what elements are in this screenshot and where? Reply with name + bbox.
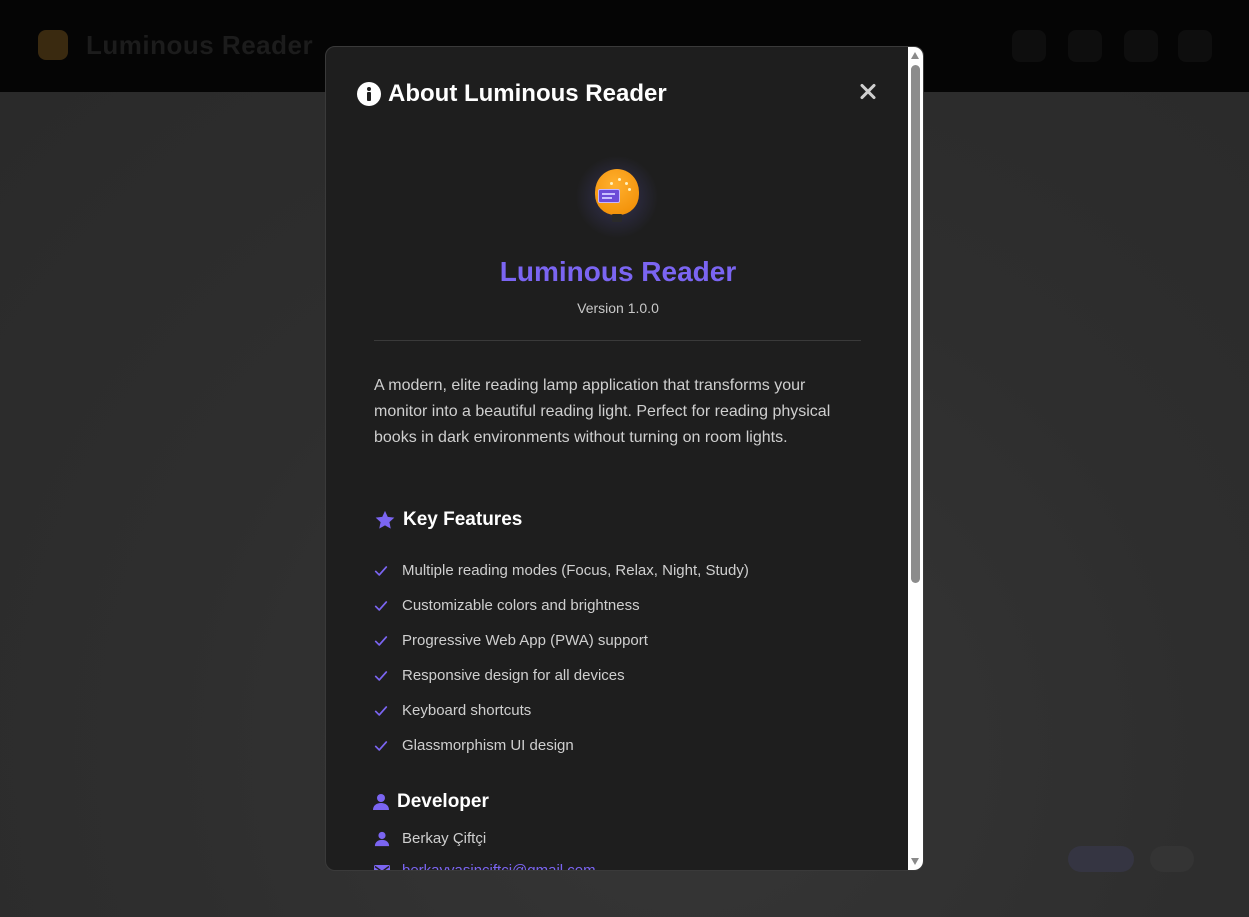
app-version: Version 1.0.0 bbox=[577, 300, 659, 316]
list-item: Keyboard shortcuts bbox=[374, 693, 854, 728]
info-icon bbox=[357, 82, 381, 106]
header-button-2 bbox=[1068, 30, 1102, 62]
modal-scrollbar[interactable] bbox=[908, 47, 923, 870]
developer-name: Berkay Çiftçi bbox=[402, 830, 487, 847]
feature-text: Glassmorphism UI design bbox=[402, 737, 574, 754]
background-control bbox=[1150, 846, 1194, 872]
developer-email-row: berkayyasinciftci@gmail.com bbox=[374, 862, 596, 870]
feature-text: Progressive Web App (PWA) support bbox=[402, 632, 648, 649]
list-item: Responsive design for all devices bbox=[374, 658, 854, 693]
header-button-4 bbox=[1178, 30, 1212, 62]
list-item: Customizable colors and brightness bbox=[374, 588, 854, 623]
developer-title: Developer bbox=[397, 791, 489, 812]
background-mode-pill bbox=[1068, 846, 1134, 872]
features-title: Key Features bbox=[403, 509, 523, 530]
user-icon bbox=[373, 794, 389, 810]
app-logo-icon bbox=[38, 30, 68, 60]
mail-icon bbox=[374, 864, 390, 870]
about-modal: About Luminous Reader Luminous Reader Ve… bbox=[325, 46, 924, 871]
star-icon bbox=[375, 510, 395, 529]
header-button-3 bbox=[1124, 30, 1158, 62]
user-icon bbox=[374, 831, 390, 846]
feature-text: Keyboard shortcuts bbox=[402, 702, 532, 719]
scroll-down-arrow-icon[interactable] bbox=[911, 858, 919, 865]
features-list: Multiple reading modes (Focus, Relax, Ni… bbox=[374, 553, 854, 763]
developer-name-row: Berkay Çiftçi bbox=[374, 830, 486, 847]
scroll-up-arrow-icon[interactable] bbox=[911, 52, 919, 59]
check-icon bbox=[374, 670, 388, 681]
list-item: Progressive Web App (PWA) support bbox=[374, 623, 854, 658]
app-name: Luminous Reader bbox=[499, 256, 737, 287]
check-icon bbox=[374, 565, 388, 576]
modal-header: About Luminous Reader bbox=[357, 79, 667, 109]
feature-text: Customizable colors and brightness bbox=[402, 597, 640, 614]
check-icon bbox=[374, 705, 388, 716]
check-icon bbox=[374, 635, 388, 646]
check-icon bbox=[374, 740, 388, 751]
list-item: Glassmorphism UI design bbox=[374, 728, 854, 763]
modal-content: About Luminous Reader Luminous Reader Ve… bbox=[326, 47, 910, 870]
modal-title: About Luminous Reader bbox=[388, 80, 667, 107]
divider bbox=[374, 340, 861, 341]
app-description: A modern, elite reading lamp application… bbox=[374, 377, 831, 446]
feature-text: Responsive design for all devices bbox=[402, 667, 625, 684]
header-button-1 bbox=[1012, 30, 1046, 62]
scroll-thumb[interactable] bbox=[911, 65, 920, 583]
feature-text: Multiple reading modes (Focus, Relax, Ni… bbox=[402, 562, 749, 579]
list-item: Multiple reading modes (Focus, Relax, Ni… bbox=[374, 553, 854, 588]
close-button[interactable] bbox=[857, 80, 881, 104]
check-icon bbox=[374, 600, 388, 611]
developer-email-link[interactable]: berkayyasinciftci@gmail.com bbox=[402, 862, 596, 870]
lamp-logo-icon bbox=[572, 152, 662, 242]
app-title: Luminous Reader bbox=[86, 30, 314, 60]
developer-heading: Developer bbox=[372, 791, 489, 813]
features-heading: Key Features bbox=[374, 509, 522, 531]
